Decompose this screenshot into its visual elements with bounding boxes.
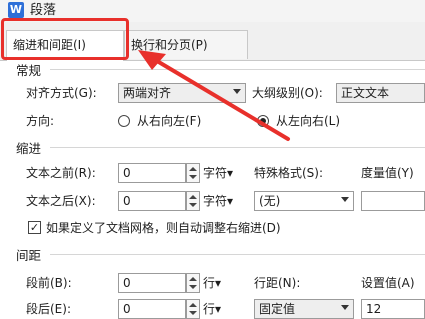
- annotation-arrow: [138, 50, 290, 141]
